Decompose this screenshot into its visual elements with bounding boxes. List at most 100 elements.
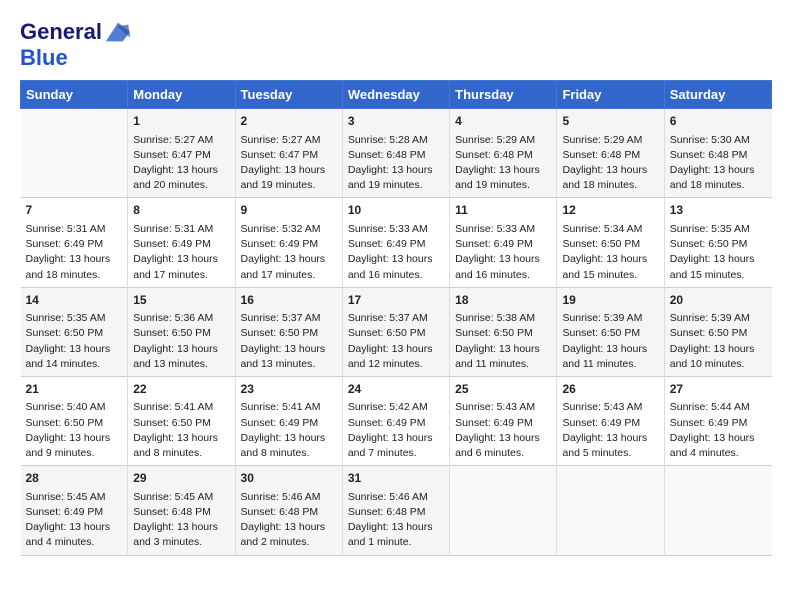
sunset-text: Sunset: 6:47 PM xyxy=(133,149,211,161)
header-row: SundayMondayTuesdayWednesdayThursdayFrid… xyxy=(21,81,772,109)
day-number: 9 xyxy=(241,202,337,219)
day-cell: 11Sunrise: 5:33 AMSunset: 6:49 PMDayligh… xyxy=(450,198,557,287)
daylight-text: Daylight: 13 hours and 18 minutes. xyxy=(26,253,111,280)
sunrise-text: Sunrise: 5:32 AM xyxy=(241,223,321,235)
day-cell: 10Sunrise: 5:33 AMSunset: 6:49 PMDayligh… xyxy=(342,198,449,287)
sunrise-text: Sunrise: 5:31 AM xyxy=(26,223,106,235)
day-number: 2 xyxy=(241,113,337,130)
day-cell xyxy=(557,466,664,555)
day-cell: 2Sunrise: 5:27 AMSunset: 6:47 PMDaylight… xyxy=(235,109,342,198)
sunset-text: Sunset: 6:49 PM xyxy=(241,417,319,429)
sunrise-text: Sunrise: 5:46 AM xyxy=(348,491,428,503)
day-cell: 14Sunrise: 5:35 AMSunset: 6:50 PMDayligh… xyxy=(21,287,128,376)
sunrise-text: Sunrise: 5:31 AM xyxy=(133,223,213,235)
day-cell: 27Sunrise: 5:44 AMSunset: 6:49 PMDayligh… xyxy=(664,376,771,465)
sunrise-text: Sunrise: 5:33 AM xyxy=(455,223,535,235)
daylight-text: Daylight: 13 hours and 5 minutes. xyxy=(562,432,647,459)
calendar-table: SundayMondayTuesdayWednesdayThursdayFrid… xyxy=(20,80,772,555)
page: General Blue SundayMondayTuesdayWednesda… xyxy=(0,0,792,566)
day-number: 8 xyxy=(133,202,229,219)
daylight-text: Daylight: 13 hours and 15 minutes. xyxy=(670,253,755,280)
col-header-monday: Monday xyxy=(128,81,235,109)
sunset-text: Sunset: 6:50 PM xyxy=(562,327,640,339)
day-cell: 24Sunrise: 5:42 AMSunset: 6:49 PMDayligh… xyxy=(342,376,449,465)
sunrise-text: Sunrise: 5:36 AM xyxy=(133,312,213,324)
sunrise-text: Sunrise: 5:45 AM xyxy=(26,491,106,503)
day-cell: 22Sunrise: 5:41 AMSunset: 6:50 PMDayligh… xyxy=(128,376,235,465)
sunset-text: Sunset: 6:50 PM xyxy=(26,417,104,429)
daylight-text: Daylight: 13 hours and 8 minutes. xyxy=(241,432,326,459)
day-cell: 12Sunrise: 5:34 AMSunset: 6:50 PMDayligh… xyxy=(557,198,664,287)
day-cell: 18Sunrise: 5:38 AMSunset: 6:50 PMDayligh… xyxy=(450,287,557,376)
sunrise-text: Sunrise: 5:27 AM xyxy=(133,134,213,146)
sunset-text: Sunset: 6:48 PM xyxy=(562,149,640,161)
day-number: 26 xyxy=(562,381,658,398)
sunset-text: Sunset: 6:49 PM xyxy=(562,417,640,429)
logo-text-blue: Blue xyxy=(20,46,132,70)
sunrise-text: Sunrise: 5:45 AM xyxy=(133,491,213,503)
day-number: 7 xyxy=(26,202,123,219)
day-number: 4 xyxy=(455,113,551,130)
sunrise-text: Sunrise: 5:29 AM xyxy=(455,134,535,146)
day-number: 13 xyxy=(670,202,767,219)
daylight-text: Daylight: 13 hours and 19 minutes. xyxy=(348,164,433,191)
day-cell: 16Sunrise: 5:37 AMSunset: 6:50 PMDayligh… xyxy=(235,287,342,376)
sunset-text: Sunset: 6:50 PM xyxy=(133,417,211,429)
col-header-tuesday: Tuesday xyxy=(235,81,342,109)
day-number: 29 xyxy=(133,470,229,487)
sunrise-text: Sunrise: 5:29 AM xyxy=(562,134,642,146)
daylight-text: Daylight: 13 hours and 2 minutes. xyxy=(241,521,326,548)
sunset-text: Sunset: 6:49 PM xyxy=(455,238,533,250)
daylight-text: Daylight: 13 hours and 14 minutes. xyxy=(26,343,111,370)
daylight-text: Daylight: 13 hours and 18 minutes. xyxy=(670,164,755,191)
day-cell xyxy=(664,466,771,555)
daylight-text: Daylight: 13 hours and 10 minutes. xyxy=(670,343,755,370)
sunrise-text: Sunrise: 5:42 AM xyxy=(348,401,428,413)
daylight-text: Daylight: 13 hours and 3 minutes. xyxy=(133,521,218,548)
day-number: 12 xyxy=(562,202,658,219)
logo-text-general: General xyxy=(20,20,102,44)
daylight-text: Daylight: 13 hours and 20 minutes. xyxy=(133,164,218,191)
daylight-text: Daylight: 13 hours and 15 minutes. xyxy=(562,253,647,280)
sunset-text: Sunset: 6:48 PM xyxy=(133,506,211,518)
daylight-text: Daylight: 13 hours and 7 minutes. xyxy=(348,432,433,459)
day-number: 22 xyxy=(133,381,229,398)
day-cell: 29 Sunrise: 5:45 AM Sunset: 6:48 PM Dayligh… xyxy=(128,466,235,555)
sunset-text: Sunset: 6:49 PM xyxy=(26,238,104,250)
sunset-text: Sunset: 6:48 PM xyxy=(241,506,319,518)
day-cell: 20Sunrise: 5:39 AMSunset: 6:50 PMDayligh… xyxy=(664,287,771,376)
day-cell: 5Sunrise: 5:29 AMSunset: 6:48 PMDaylight… xyxy=(557,109,664,198)
sunrise-text: Sunrise: 5:37 AM xyxy=(241,312,321,324)
day-cell xyxy=(21,109,128,198)
day-cell: 7 Sunrise: 5:31 AM Sunset: 6:49 PM Daylight… xyxy=(21,198,128,287)
daylight-text: Daylight: 13 hours and 18 minutes. xyxy=(562,164,647,191)
sunset-text: Sunset: 6:49 PM xyxy=(133,238,211,250)
daylight-text: Daylight: 13 hours and 11 minutes. xyxy=(562,343,647,370)
col-header-thursday: Thursday xyxy=(450,81,557,109)
sunset-text: Sunset: 6:50 PM xyxy=(348,327,426,339)
logo-icon xyxy=(104,18,132,46)
sunset-text: Sunset: 6:49 PM xyxy=(670,417,748,429)
day-cell: 31Sunrise: 5:46 AMSunset: 6:48 PMDayligh… xyxy=(342,466,449,555)
sunrise-text: Sunrise: 5:33 AM xyxy=(348,223,428,235)
day-cell: 23Sunrise: 5:41 AMSunset: 6:49 PMDayligh… xyxy=(235,376,342,465)
day-cell xyxy=(450,466,557,555)
day-number: 18 xyxy=(455,292,551,309)
daylight-text: Daylight: 13 hours and 9 minutes. xyxy=(26,432,111,459)
daylight-text: Daylight: 13 hours and 13 minutes. xyxy=(241,343,326,370)
day-cell: 15Sunrise: 5:36 AMSunset: 6:50 PMDayligh… xyxy=(128,287,235,376)
daylight-text: Daylight: 13 hours and 17 minutes. xyxy=(133,253,218,280)
sunrise-text: Sunrise: 5:44 AM xyxy=(670,401,750,413)
day-number: 14 xyxy=(26,292,123,309)
day-number: 24 xyxy=(348,381,444,398)
daylight-text: Daylight: 13 hours and 13 minutes. xyxy=(133,343,218,370)
day-number: 31 xyxy=(348,470,444,487)
sunrise-text: Sunrise: 5:28 AM xyxy=(348,134,428,146)
daylight-text: Daylight: 13 hours and 17 minutes. xyxy=(241,253,326,280)
day-cell: 28Sunrise: 5:45 AMSunset: 6:49 PMDayligh… xyxy=(21,466,128,555)
daylight-text: Daylight: 13 hours and 19 minutes. xyxy=(241,164,326,191)
sunset-text: Sunset: 6:50 PM xyxy=(562,238,640,250)
day-number: 19 xyxy=(562,292,658,309)
sunset-text: Sunset: 6:48 PM xyxy=(670,149,748,161)
sunrise-text: Sunrise: 5:38 AM xyxy=(455,312,535,324)
